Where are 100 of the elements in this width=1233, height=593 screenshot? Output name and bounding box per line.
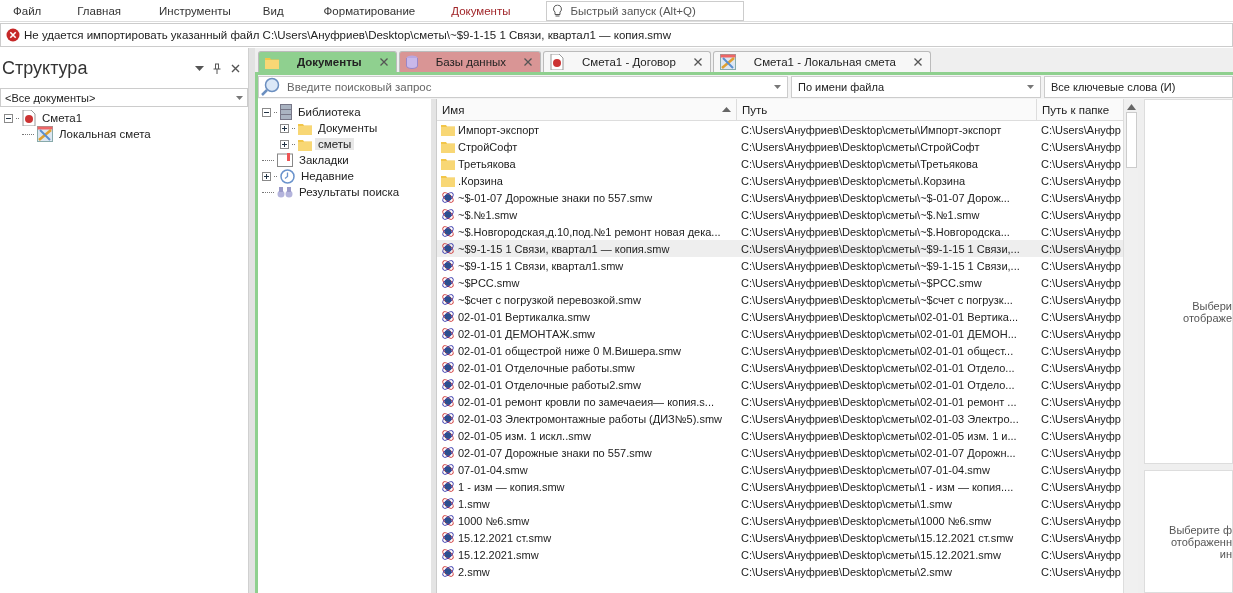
menu-item[interactable]: Файл — [0, 4, 55, 17]
tree-item[interactable]: Результаты поиска — [296, 186, 403, 198]
tree-item[interactable]: Недавние — [298, 170, 357, 182]
document-tab[interactable]: Базы данных — [398, 51, 542, 72]
tree-item[interactable]: Библиотека — [295, 106, 364, 118]
dropdown-caret-icon[interactable] — [236, 95, 243, 100]
file-row[interactable]: 07-01-04.smw C:\Users\Ануфриев\Desktop\сметы\07-01-04.smw C:\Users\Ануфр — [437, 461, 1123, 478]
spiral-file-icon — [441, 428, 455, 443]
collapse-toggle[interactable] — [4, 113, 13, 123]
table-cell: .Корзина — [458, 174, 503, 187]
table-cell: ~$-01-07 Дорожные знаки по 557.smw — [458, 191, 653, 204]
table-cell: C:\Users\Ануфр — [1041, 157, 1121, 170]
preview-hint: отображе — [1183, 311, 1232, 324]
file-row[interactable]: 02-01-01 ремонт кровли по замечаеия— копия.s... C:\Users\Ануфриев\Desktop\сметы\02-01-01 ремонт ... C:\Users\Ануфр — [437, 393, 1123, 410]
lightbulb-icon — [552, 4, 562, 17]
document-tab[interactable]: Смета1 - Локальная смета — [712, 51, 931, 72]
quick-launch-field[interactable]: Быстрый запуск (Alt+Q) — [545, 0, 744, 21]
tree-item[interactable]: Смета1 — [39, 112, 86, 124]
preview-hint: ин — [1219, 547, 1232, 560]
file-row[interactable]: ~$9-1-15 1 Связи, квартал1.smw C:\Users\Ануфриев\Desktop\сметы\~$9-1-15 1 Связи,... C:\Users\Ануфр — [437, 257, 1123, 274]
collapse-toggle[interactable] — [262, 107, 271, 117]
file-row[interactable]: ~$.№1.smw C:\Users\Ануфриев\Desktop\сметы\~$.№1.smw C:\Users\Ануфр — [437, 206, 1123, 223]
tree-item[interactable]: Локальная смета — [56, 128, 154, 140]
expand-toggle[interactable] — [262, 171, 271, 181]
table-cell: C:\Users\Ануфр — [1041, 480, 1121, 493]
tree-item[interactable]: сметы — [315, 138, 355, 150]
dropdown-caret-icon[interactable] — [1027, 85, 1034, 89]
table-cell: 02-01-03 Электромонтажные работы (ДИЗ№5).smw — [458, 412, 722, 425]
file-row[interactable]: ~$PCC.smw C:\Users\Ануфриев\Desktop\сметы\~$PCC.smw C:\Users\Ануфр — [437, 274, 1123, 291]
file-row[interactable]: ~$.Новгородская,д.10,под.№1 ремонт новая дека... C:\Users\Ануфриев\Desktop\сметы\~$.Новгородска... C:\Users\Ануфр — [437, 223, 1123, 240]
table-cell: C:\Users\Ануфриев\Desktop\сметы\~$PCC.smw — [741, 276, 982, 289]
menu-item[interactable]: Документы — [438, 4, 524, 17]
file-row[interactable]: 02-01-03 Электромонтажные работы (ДИЗ№5).smw C:\Users\Ануфриев\Desktop\сметы\02-01-03 Электро... C:\Users\Ануфр — [437, 410, 1123, 427]
table-cell: ~$.Новгородская,д.10,под.№1 ремонт новая дека... — [458, 225, 721, 238]
file-row[interactable]: 02-01-07 Дорожные знаки по 557.smw C:\Users\Ануфриев\Desktop\сметы\02-01-07 Дорожн... C:\Users\Ануфр — [437, 444, 1123, 461]
menu-item[interactable]: Форматирование — [310, 4, 429, 17]
table-cell: C:\Users\Ануфриев\Desktop\сметы\2.smw — [741, 565, 952, 578]
column-header[interactable]: Путь к папке — [1037, 99, 1123, 120]
table-cell: C:\Users\Ануфр — [1041, 310, 1121, 323]
table-cell: C:\Users\Ануфриев\Desktop\сметы\~$9-1-15 1 Связи,... — [741, 242, 1020, 255]
tree-item[interactable]: Закладки — [296, 154, 352, 166]
column-header[interactable]: Путь — [737, 99, 1037, 120]
file-row[interactable]: ~$-01-07 Дорожные знаки по 557.smw C:\Users\Ануфриев\Desktop\сметы\~$-01-07 Дорож... C:\Users\Ануфр — [437, 189, 1123, 206]
file-row[interactable]: 15.12.2021 ст.smw C:\Users\Ануфриев\Desktop\сметы\15.12.2021 ст.smw C:\Users\Ануфр — [437, 529, 1123, 546]
search-mode-dropdown[interactable]: По имени файла — [791, 76, 1041, 98]
table-cell: C:\Users\Ануфриев\Desktop\сметы\~$счет с погрузк... — [741, 293, 1013, 306]
table-cell: C:\Users\Ануфр — [1041, 242, 1121, 255]
file-row[interactable]: СтройСофт C:\Users\Ануфриев\Desktop\сметы\СтройСофт C:\Users\Ануфр — [437, 138, 1123, 155]
table-cell: СтройСофт — [458, 140, 518, 153]
table-cell: C:\Users\Ануфр — [1041, 378, 1121, 391]
folder-icon — [441, 140, 455, 153]
document-tab[interactable]: Смета1 - Договор — [543, 51, 711, 72]
table-cell: C:\Users\Ануфриев\Desktop\сметы\02-01-01 ремонт ... — [741, 395, 1017, 408]
spiral-file-icon — [441, 309, 455, 324]
file-row[interactable]: 02-01-01 Вертикалка.smw C:\Users\Ануфриев\Desktop\сметы\02-01-01 Вертика... C:\Users\Ануфр — [437, 308, 1123, 325]
file-row[interactable]: 15.12.2021.smw C:\Users\Ануфриев\Desktop\сметы\15.12.2021.smw C:\Users\Ануфр — [437, 546, 1123, 563]
table-cell: 02-01-01 Отделочные работы2.smw — [458, 378, 641, 391]
table-cell: C:\Users\Ануфр — [1041, 429, 1121, 442]
table-cell: C:\Users\Ануфриев\Desktop\сметы\02-01-01 Отдело... — [741, 378, 1015, 391]
file-row[interactable]: 1000 №6.smw C:\Users\Ануфриев\Desktop\сметы\1000 №6.smw C:\Users\Ануфр — [437, 512, 1123, 529]
table-cell: 02-01-01 общестрой ниже 0 М.Вишера.smw — [458, 344, 681, 357]
expand-toggle[interactable] — [280, 139, 289, 149]
search-field[interactable]: Введите поисковый запрос — [258, 76, 788, 98]
expand-toggle[interactable] — [280, 123, 289, 133]
dropdown-caret-icon[interactable] — [774, 85, 781, 89]
menu-item[interactable]: Вид — [249, 4, 297, 17]
table-cell: 02-01-01 ДЕМОНТАЖ.smw — [458, 327, 596, 340]
table-cell: 1.smw — [458, 497, 490, 510]
keywords-dropdown[interactable]: Все ключевые слова (И) — [1044, 76, 1233, 98]
file-row[interactable]: .Корзина C:\Users\Ануфриев\Desktop\сметы\.Корзина C:\Users\Ануфр — [437, 172, 1123, 189]
document-filter-dropdown[interactable]: <Все документы> — [0, 88, 248, 107]
file-row[interactable]: 02-01-01 общестрой ниже 0 М.Вишера.smw C:\Users\Ануфриев\Desktop\сметы\02-01-01 общест... C:\Users\Ануфр — [437, 342, 1123, 359]
folder-icon — [298, 137, 312, 151]
clock-icon — [280, 168, 295, 184]
file-row[interactable]: Импорт-экспорт C:\Users\Ануфриев\Desktop\сметы\Импорт-экспорт C:\Users\Ануфр — [437, 121, 1123, 138]
file-row[interactable]: 02-01-01 ДЕМОНТАЖ.smw C:\Users\Ануфриев\Desktop\сметы\02-01-01 ДЕМОН... C:\Users\Ануфр — [437, 325, 1123, 342]
plus-icon — [263, 172, 270, 180]
file-row[interactable]: 02-01-01 Отделочные работы.smw C:\Users\Ануфриев\Desktop\сметы\02-01-01 Отдело... C:\Users\Ануфр — [437, 359, 1123, 376]
scroll-up-icon[interactable] — [1126, 104, 1136, 110]
file-row[interactable]: Третьякова C:\Users\Ануфриев\Desktop\сметы\Третьякова C:\Users\Ануфр — [437, 155, 1123, 172]
file-row[interactable]: 1.smw C:\Users\Ануфриев\Desktop\сметы\1.smw C:\Users\Ануфр — [437, 495, 1123, 512]
document-tab[interactable]: Документы — [258, 51, 397, 72]
table-cell: ~$счет с погрузкой перевозкой.smw — [458, 293, 641, 306]
spiral-file-icon — [441, 530, 455, 545]
file-row[interactable]: 02-01-05 изм. 1 искл..smw C:\Users\Ануфриев\Desktop\сметы\02-01-05 изм. 1 и... C:\Users\Ануфр — [437, 427, 1123, 444]
scrollbar[interactable] — [1123, 99, 1138, 593]
spiral-file-icon — [441, 360, 455, 375]
column-header[interactable]: Имя — [437, 99, 737, 120]
folder-icon — [298, 121, 312, 135]
file-row[interactable]: 02-01-01 Отделочные работы2.smw C:\Users\Ануфриев\Desktop\сметы\02-01-01 Отдело... C:\Users\Ануфр — [437, 376, 1123, 393]
file-row[interactable]: ~$9-1-15 1 Связи, квартал1 — копия.smw C:\Users\Ануфриев\Desktop\сметы\~$9-1-15 1 Связи,... C:\Users\Ануфр — [437, 240, 1123, 257]
scrollbar-thumb[interactable] — [1125, 112, 1137, 168]
table-cell: 02-01-01 Отделочные работы.smw — [458, 361, 635, 374]
file-row[interactable]: 1 - изм — копия.smw C:\Users\Ануфриев\Desktop\сметы\1 - изм — копия.... C:\Users\Ануфр — [437, 478, 1123, 495]
file-row[interactable]: 2.smw C:\Users\Ануфриев\Desktop\сметы\2.smw C:\Users\Ануфр — [437, 563, 1123, 580]
menu-item[interactable]: Главная — [64, 4, 135, 17]
file-row[interactable]: ~$счет с погрузкой перевозкой.smw C:\Users\Ануфриев\Desktop\сметы\~$счет с погрузк... C:\Users\Ануфр — [437, 291, 1123, 308]
menu-item[interactable]: Инструменты — [146, 4, 244, 17]
tree-item[interactable]: Документы — [315, 122, 381, 134]
spiral-file-icon — [441, 496, 455, 511]
